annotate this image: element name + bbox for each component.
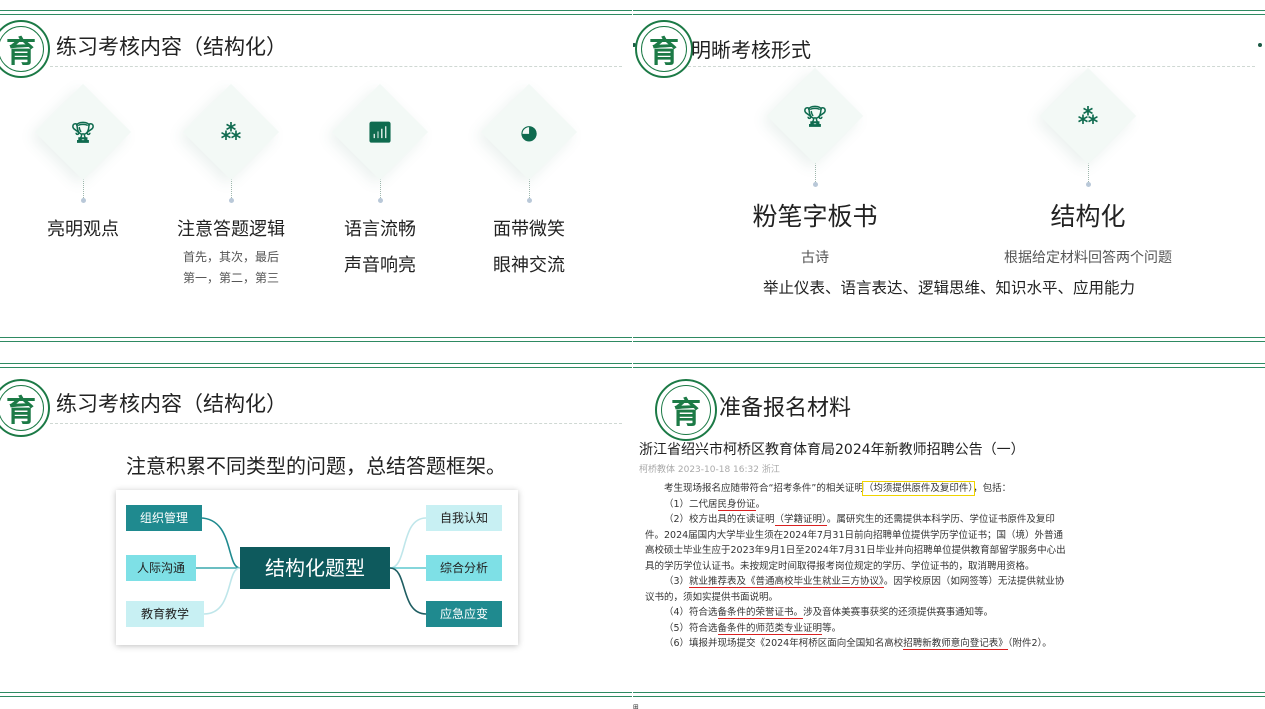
- slide-exam-format: 育 明晰考核形式 🏆︎ 粉笔字板书 古诗 ⁂ 结构化 根据给定材料回答两个问题 …: [633, 0, 1265, 354]
- notice-meta: 柯桥教体 2023-10-18 16:32 浙江: [639, 465, 780, 475]
- card-structured: ⁂ 结构化 根据给定材料回答两个问题: [968, 67, 1208, 267]
- slide-practice-content-1: 育 练习考核内容（结构化） 🏆︎ 亮明观点 ⁂ 注意答题逻辑 首先，其次，最后第…: [0, 0, 632, 354]
- school-logo: 育: [0, 379, 50, 437]
- trophy-icon: 🏆︎: [70, 120, 96, 144]
- highlight-original-copies: （均须提供原件及复印件）: [861, 481, 976, 496]
- title-divider: [683, 66, 1255, 67]
- sitemap-icon: ⁂: [220, 120, 242, 144]
- notice-body: 考生现场报名应随带符合“招考条件”的相关证明（均须提供原件及复印件），包括： （…: [645, 481, 1066, 650]
- top-border: [0, 363, 632, 368]
- node-education: 教育教学: [126, 601, 204, 627]
- chart-icon: 📶︎: [367, 120, 393, 144]
- bottom-border: [0, 692, 632, 697]
- top-border: [0, 10, 632, 15]
- notice-title: 浙江省绍兴市柯桥区教育体育局2024年新教师招聘公告（一）: [639, 442, 1025, 458]
- bottom-border: [633, 692, 1265, 697]
- slide-practice-content-2: 育 练习考核内容（结构化） 注意积累不同类型的问题，总结答题框架。 组织管理 人…: [0, 355, 632, 709]
- node-self-cognition: 自我认知: [426, 505, 502, 531]
- pie-chart-icon: ◕: [520, 120, 538, 144]
- card-expression: ◕ 面带微笑 眼神交流: [454, 83, 604, 277]
- slide-headline: 注意积累不同类型的问题，总结答题框架。: [126, 454, 506, 478]
- card-opinion: 🏆︎ 亮明观点: [8, 83, 158, 241]
- underline-enrollment: （学籍证明）: [774, 514, 827, 526]
- top-border: [633, 363, 1265, 368]
- card-language: 📶︎ 语言流畅 声音响亮: [305, 83, 455, 277]
- school-logo: 育: [0, 20, 50, 78]
- card-desc: 古诗: [801, 250, 829, 266]
- card-label: 粉笔字板书: [752, 202, 878, 231]
- bullet-dot: [1258, 43, 1262, 47]
- school-logo: 育: [655, 379, 717, 441]
- card-sub-label: 声音响亮: [344, 255, 416, 276]
- underline-honor: 备条件的荣誉证书。: [717, 607, 804, 619]
- node-interpersonal: 人际沟通: [126, 555, 196, 581]
- slide-title: 练习考核内容（结构化）: [56, 392, 287, 416]
- bottom-border: [0, 337, 632, 342]
- underline-employment: 就业推荐表及《普通高校毕业生就业三方协议》: [689, 576, 884, 588]
- underline-registration-form: 招聘新教师意向登记表》: [903, 638, 1008, 650]
- assessment-summary: 举止仪表、语言表达、逻辑思维、知识水平、应用能力: [762, 279, 1135, 297]
- node-emergency: 应急应变: [426, 601, 502, 627]
- bottom-border: [633, 337, 1265, 342]
- node-organization: 组织管理: [126, 505, 202, 531]
- mind-map: 组织管理 人际沟通 教育教学 结构化题型 自我认知 综合分析 应急应变: [116, 490, 518, 645]
- title-divider: [50, 66, 622, 67]
- card-label: 注意答题逻辑: [177, 219, 285, 240]
- trophy-icon: 🏆︎: [802, 104, 828, 128]
- slide-title: 练习考核内容（结构化）: [56, 35, 287, 59]
- title-divider: [50, 423, 622, 424]
- school-logo: 育: [635, 20, 693, 78]
- sitemap-icon: ⁂: [1077, 104, 1099, 128]
- slide-title: 明晰考核形式: [691, 38, 811, 62]
- card-chalk-writing: 🏆︎ 粉笔字板书 古诗: [740, 67, 890, 267]
- card-label: 语言流畅: [344, 219, 416, 240]
- underline-id-card: 民身份证: [717, 498, 756, 511]
- card-sub-label: 眼神交流: [493, 255, 565, 276]
- slide-registration-materials: 育 准备报名材料 浙江省绍兴市柯桥区教育体育局2024年新教师招聘公告（一） 柯…: [633, 355, 1265, 709]
- card-logic: ⁂ 注意答题逻辑 首先，其次，最后 第一，第二，第三: [156, 83, 306, 289]
- top-border: [633, 10, 1265, 15]
- slide-title: 准备报名材料: [719, 396, 852, 421]
- card-label: 亮明观点: [47, 219, 119, 240]
- node-center: 结构化题型: [240, 547, 390, 589]
- underline-normal-major: 备条件的师范类专业证明: [717, 622, 823, 635]
- card-label: 结构化: [1050, 202, 1126, 231]
- card-desc: 根据给定材料回答两个问题: [1004, 250, 1172, 266]
- node-analysis: 综合分析: [426, 555, 502, 581]
- card-label: 面带微笑: [493, 219, 565, 240]
- grid-icon: ⊞: [633, 703, 639, 709]
